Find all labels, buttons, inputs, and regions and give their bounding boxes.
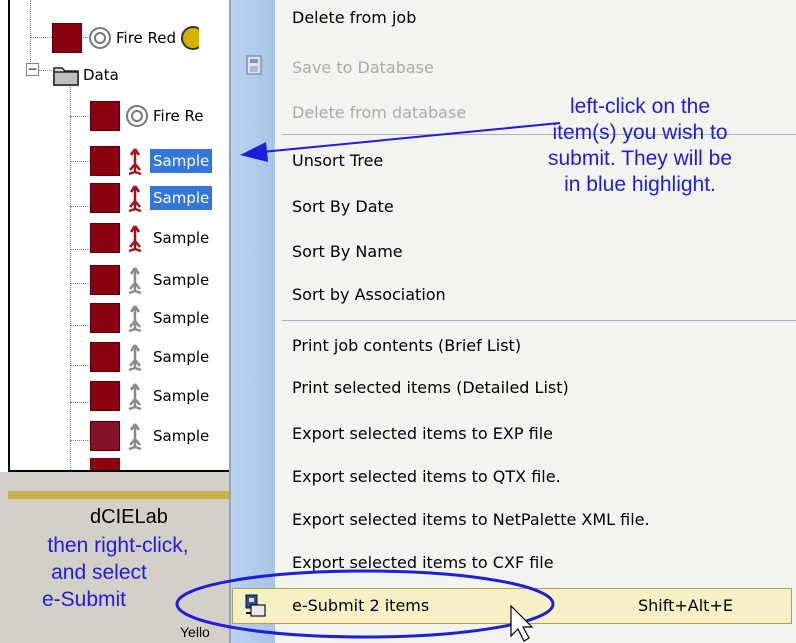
left-annotation: then right-click, and select e-Submit (0, 532, 236, 613)
tree-connector (70, 283, 90, 284)
tree-connector (70, 365, 90, 366)
tree-connector (38, 70, 52, 71)
tree-item-fire-red[interactable]: Fire Red (52, 20, 200, 56)
menu-separator (282, 320, 796, 321)
tree-item-sample-selected[interactable]: Sample (90, 143, 213, 179)
gray-probe-icon (128, 305, 142, 333)
tree-item-sample[interactable]: Sample (90, 378, 212, 414)
menu-item-sort-by-date[interactable]: Sort By Date (292, 197, 394, 216)
annotation-line: e-Submit (41, 588, 127, 611)
tree-item-label: Sample (153, 271, 210, 289)
red-probe-icon (128, 225, 142, 253)
tree-connector (30, 0, 31, 68)
tree-item-sample[interactable]: Sample (90, 418, 212, 454)
tree-item-label: Sample (153, 309, 210, 327)
gray-probe-icon (128, 267, 142, 295)
menu-item-print-brief-list[interactable]: Print job contents (Brief List) (292, 336, 521, 355)
tree-connector (70, 206, 90, 207)
annotation-line: then right-click, (47, 534, 189, 557)
tree-item-label: Sample (153, 348, 210, 366)
e-submit-icon (245, 594, 266, 617)
tree-item-label: Data (83, 66, 119, 84)
tree-item-sample[interactable]: Sample (90, 339, 212, 375)
menu-item-save-to-database[interactable]: Save to Database (292, 58, 434, 77)
color-swatch (52, 23, 82, 53)
red-probe-icon (128, 148, 142, 176)
tree-connector (70, 402, 90, 403)
menu-item-export-qtx[interactable]: Export selected items to QTX file. (292, 467, 561, 486)
menu-icon-gutter (230, 0, 275, 643)
color-swatch (90, 101, 120, 131)
target-icon (89, 27, 111, 49)
menu-item-print-detailed-list[interactable]: Print selected items (Detailed List) (292, 378, 569, 397)
tree-item-sample[interactable]: Sample (90, 262, 212, 298)
save-database-icon (246, 55, 262, 75)
color-swatch (90, 381, 120, 411)
menu-item-export-netpalette-xml[interactable]: Export selected items to NetPalette XML … (292, 510, 650, 529)
badge-icon (181, 26, 200, 50)
color-swatch (90, 421, 120, 451)
annotation-line: in blue highlight. (564, 173, 716, 196)
menu-item-delete-from-database[interactable]: Delete from database (292, 103, 466, 122)
e-submit-shortcut: Shift+Alt+E (638, 596, 733, 615)
tree-item-label: Sample (153, 427, 210, 445)
annotation-line: item(s) you wish to (552, 121, 728, 144)
tree-item-label: Sample (153, 229, 210, 247)
collapse-toggle[interactable]: − (26, 63, 39, 76)
target-icon (126, 105, 148, 127)
menu-border (229, 0, 231, 643)
menu-item-sort-by-name[interactable]: Sort By Name (292, 242, 403, 261)
tree-item-label: Fire Red (116, 29, 177, 47)
color-swatch (90, 223, 120, 253)
annotation-line: submit. They will be (547, 147, 733, 170)
color-swatch (90, 183, 120, 213)
tree-connector (70, 440, 90, 441)
job-tree-pane[interactable]: Fire Red − Data Fire Re Sample Sample Sa… (8, 0, 240, 472)
color-swatch (90, 146, 120, 176)
folder-icon (53, 67, 79, 86)
gray-probe-icon (128, 344, 142, 372)
tree-item-sample-selected[interactable]: Sample (90, 180, 213, 216)
tree-item-label: Sample (150, 186, 213, 210)
red-probe-icon (128, 185, 142, 213)
tree-connector (70, 116, 90, 117)
tree-connector (70, 249, 90, 250)
color-swatch (90, 458, 120, 470)
partial-label: Yello (180, 624, 210, 640)
gray-probe-icon (128, 383, 142, 411)
menu-item-sort-by-association[interactable]: Sort by Association (292, 285, 446, 304)
menu-item-export-exp[interactable]: Export selected items to EXP file (292, 424, 553, 443)
tree-item-sample[interactable]: Sample (90, 300, 212, 336)
tree-item-label: Sample (153, 387, 210, 405)
color-swatch (90, 265, 120, 295)
menu-item-delete-from-job[interactable]: Delete from job (292, 8, 416, 27)
e-submit-label: e-Submit 2 items (292, 596, 430, 615)
annotation-line: left-click on the (569, 95, 711, 118)
tree-item-label: Fire Re (153, 107, 204, 125)
tree-connector (70, 80, 71, 470)
tree-item-sample[interactable]: Sample (90, 220, 212, 256)
tree-item-fire-red-child[interactable]: Fire Re (90, 98, 207, 134)
right-annotation: left-click on the item(s) you wish to su… (500, 94, 780, 198)
tree-item-label: Sample (150, 149, 213, 173)
menu-item-export-cxf[interactable]: Export selected items to CXF file (292, 553, 554, 572)
gray-probe-icon (128, 423, 142, 451)
annotation-line: and select (51, 561, 147, 584)
menu-item-unsort-tree[interactable]: Unsort Tree (292, 151, 383, 170)
panel-divider (8, 491, 230, 499)
dcielab-label: dCIELab (90, 506, 168, 528)
color-swatch (90, 303, 120, 333)
tree-connector (70, 161, 90, 162)
color-swatch (90, 342, 120, 372)
tree-connector (70, 325, 90, 326)
tree-folder-data[interactable]: Data (52, 57, 122, 93)
